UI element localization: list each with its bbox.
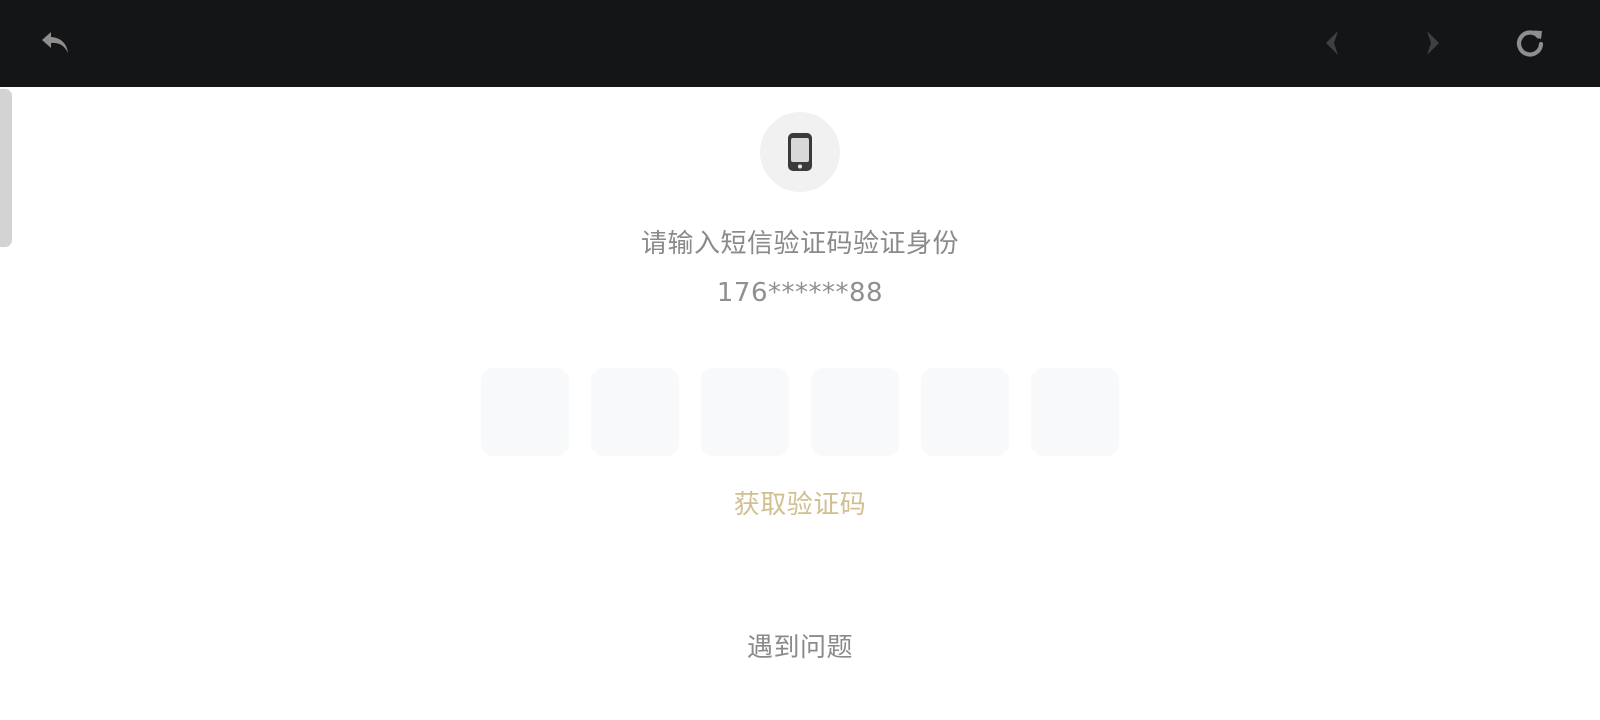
verification-prompt: 请输入短信验证码验证身份 — [640, 229, 959, 259]
sms-verification-panel: 请输入短信验证码验证身份 176******88 获取验证码 遇到问题 — [0, 87, 1600, 720]
back-button[interactable] — [34, 21, 78, 65]
chevron-left-icon — [1326, 31, 1338, 55]
refresh-icon — [1516, 30, 1544, 57]
masked-phone-number: 176******88 — [716, 278, 884, 308]
smartphone-icon — [788, 133, 812, 171]
get-code-button[interactable]: 获取验证码 — [0, 484, 1600, 521]
phone-icon-badge — [760, 112, 840, 192]
top-toolbar — [0, 0, 1600, 87]
code-digit-input[interactable] — [481, 368, 569, 456]
problem-link[interactable]: 遇到问题 — [0, 627, 1600, 664]
code-digit-input[interactable] — [1031, 368, 1119, 456]
chevron-right-icon — [1427, 31, 1439, 55]
next-button[interactable] — [1409, 21, 1453, 65]
prev-button[interactable] — [1312, 21, 1356, 65]
code-digit-input[interactable] — [591, 368, 679, 456]
code-digit-input[interactable] — [701, 368, 789, 456]
code-digit-input[interactable] — [921, 368, 1009, 456]
refresh-button[interactable] — [1508, 21, 1552, 65]
code-digit-input[interactable] — [811, 368, 899, 456]
undo-arrow-icon — [42, 32, 68, 53]
code-input-row — [481, 368, 1119, 456]
